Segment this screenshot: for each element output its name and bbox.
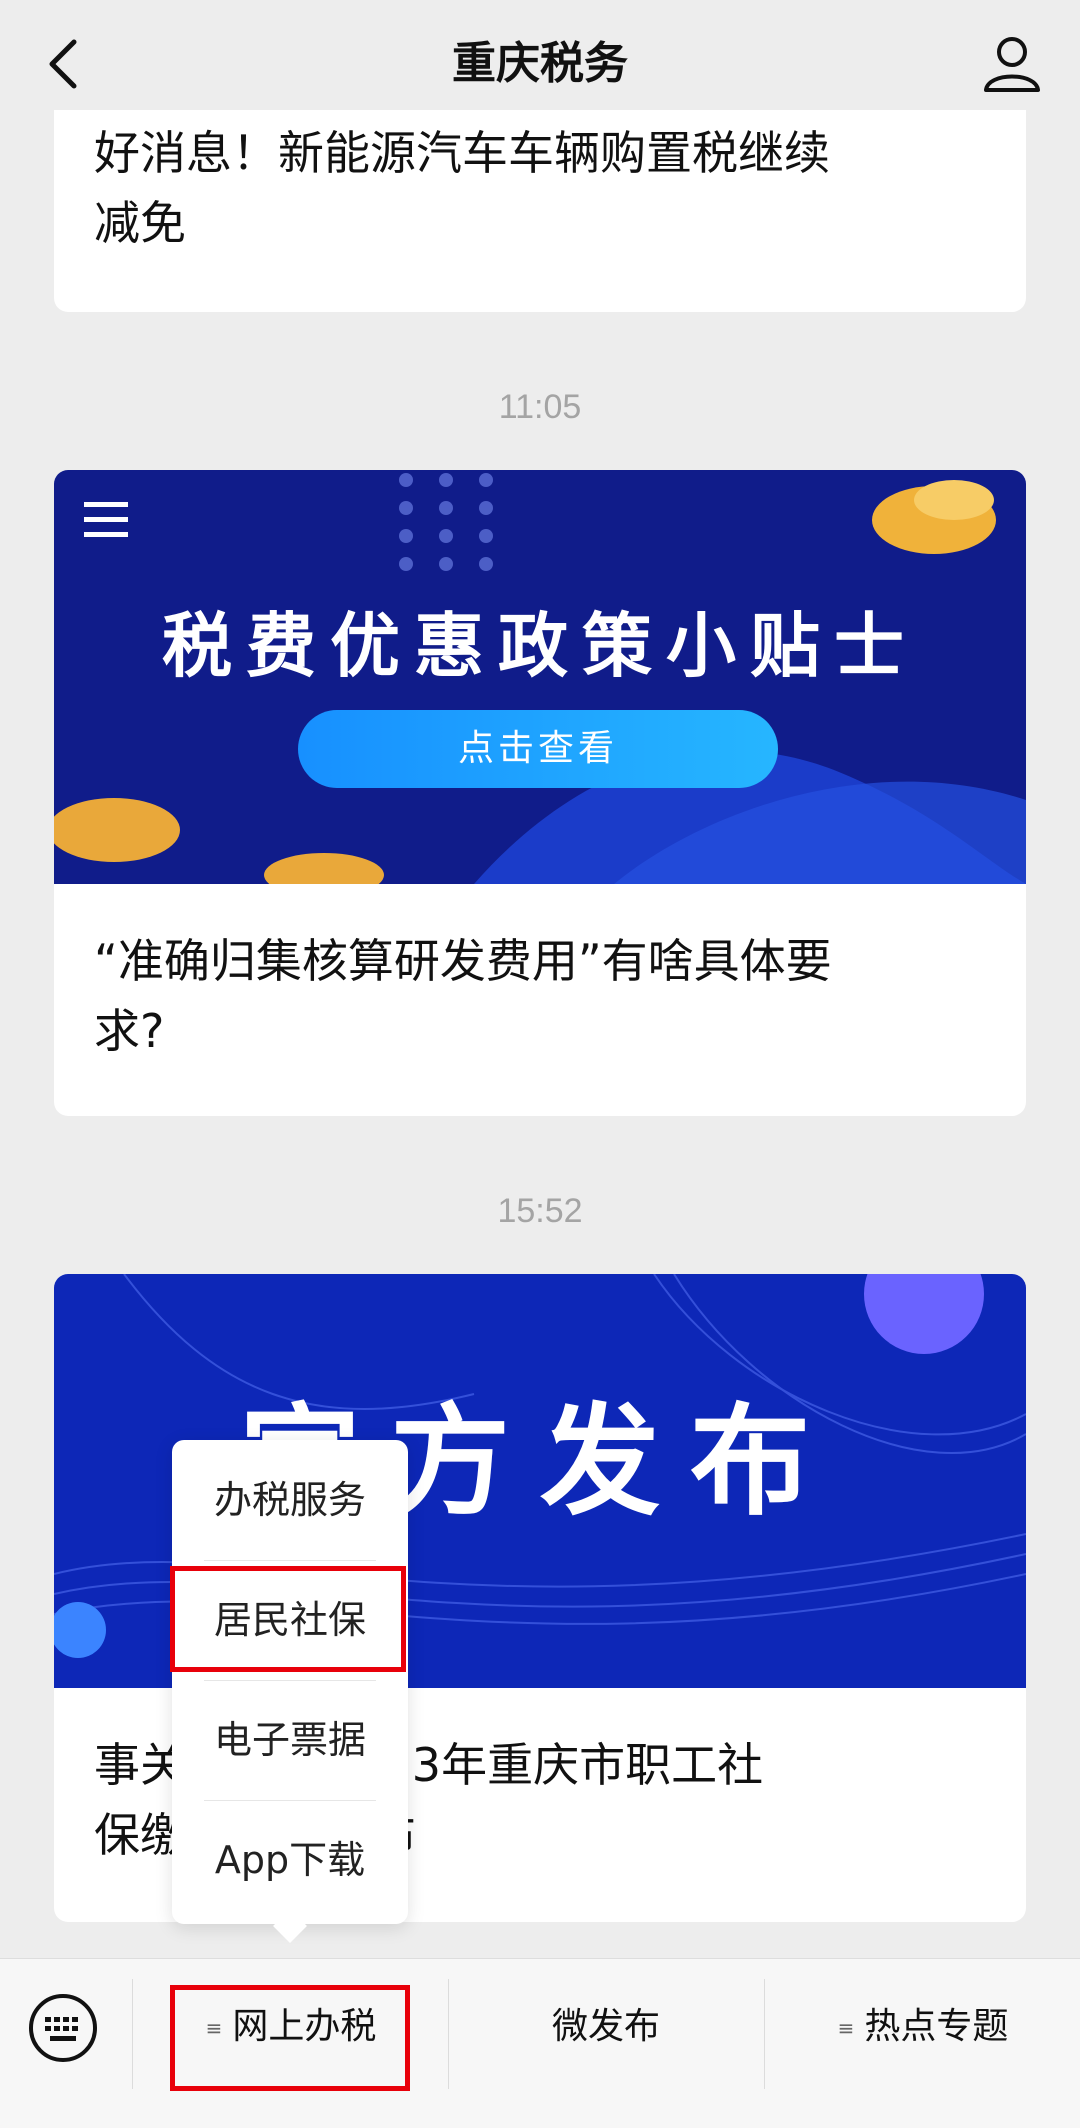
profile-icon[interactable] bbox=[980, 32, 1044, 96]
tab-label: 微发布 bbox=[551, 2006, 660, 2047]
highlight-box bbox=[170, 1985, 410, 2091]
keyboard-icon[interactable] bbox=[28, 1993, 98, 2063]
tab-micro-release[interactable]: 微发布 bbox=[450, 1959, 762, 2128]
bottom-menu-bar: ≡ 网上办税 微发布 ≡ 热点专题 bbox=[0, 1958, 1080, 2128]
divider bbox=[132, 1979, 133, 2089]
article-banner: 税费优惠政策小贴士 点击查看 bbox=[54, 470, 1026, 884]
article-title: 好消息！新能源汽车车辆购置税继续 bbox=[94, 126, 830, 180]
timestamp: 15:52 bbox=[497, 1192, 583, 1230]
menu-item-e-invoice[interactable]: 电子票据 bbox=[172, 1680, 408, 1800]
article-title: 求? bbox=[94, 1004, 165, 1058]
article-title: “准确归集核算研发费用”有啥具体要 bbox=[94, 934, 832, 988]
article-card[interactable]: 税费优惠政策小贴士 点击查看 “准确归集核算研发费用”有啥具体要 求? bbox=[54, 470, 1026, 1116]
article-title: 减免 bbox=[94, 196, 186, 250]
tab-hot-topics[interactable]: ≡ 热点专题 bbox=[766, 1959, 1080, 2128]
timestamp: 11:05 bbox=[498, 388, 582, 426]
highlight-box bbox=[170, 1566, 406, 1672]
menu-item-app-download[interactable]: App下载 bbox=[172, 1800, 408, 1920]
menu-item-tax-service[interactable]: 办税服务 bbox=[172, 1440, 408, 1560]
article-card[interactable]: 好消息！新能源汽车车辆购置税继续 减免 bbox=[54, 110, 1026, 312]
divider bbox=[764, 1979, 765, 2089]
menu-icon bbox=[84, 502, 128, 537]
divider bbox=[448, 1979, 449, 2089]
top-bar: 重庆税务 bbox=[0, 0, 1080, 124]
banner-title: 税费优惠政策小贴士 bbox=[162, 605, 918, 687]
page-title: 重庆税务 bbox=[452, 38, 628, 89]
submenu-popup: 办税服务 居民社保 电子票据 App下载 bbox=[170, 1440, 408, 1943]
list-icon: ≡ bbox=[837, 2016, 855, 2040]
view-button[interactable]: 点击查看 bbox=[298, 710, 778, 788]
tab-label: 热点专题 bbox=[864, 2006, 1009, 2047]
